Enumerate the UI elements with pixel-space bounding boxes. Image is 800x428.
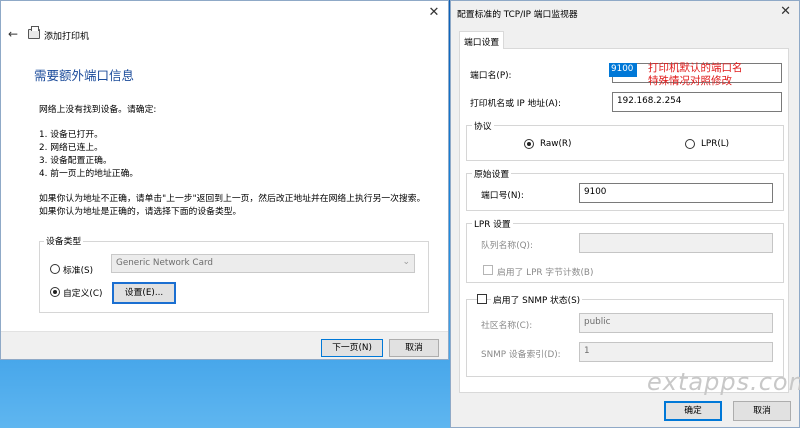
lpr-settings-group: LPR 设置 队列名称(Q): 启用了 LPR 字节计数(B) <box>466 217 784 283</box>
checklist-item: 2. 网络已连上。 <box>39 143 103 153</box>
printer-icon <box>28 26 40 39</box>
protocol-group: 协议 Raw(R) LPR(L) <box>466 119 784 161</box>
device-type-legend: 设备类型 <box>44 234 84 247</box>
checklist-item: 4. 前一页上的地址正确。 <box>39 169 139 179</box>
port-name-value: 9100 <box>609 63 637 77</box>
snmp-checkbox[interactable] <box>477 294 487 304</box>
annotation-note: 打印机默认的端口名 特殊情况对照修改 <box>648 62 743 88</box>
port-number-label: 端口号(N): <box>481 191 524 201</box>
dialog-title: 配置标准的 TCP/IP 端口监视器 <box>457 10 578 20</box>
queue-name-label: 队列名称(Q): <box>481 241 533 251</box>
next-button[interactable]: 下一页(N) <box>321 339 383 357</box>
port-number-input[interactable]: 9100 <box>579 183 773 203</box>
community-input[interactable]: public <box>579 313 773 333</box>
settings-button[interactable]: 设置(E)... <box>112 282 176 304</box>
custom-radio[interactable] <box>50 287 60 297</box>
dialog-cancel-button[interactable]: 取消 <box>733 401 791 421</box>
lpr-radio[interactable] <box>685 139 695 149</box>
close-icon[interactable]: ✕ <box>780 4 791 19</box>
snmp-legend: 启用了 SNMP 状态(S) <box>491 293 583 306</box>
queue-name-input[interactable] <box>579 233 773 253</box>
site-watermark: extapps.com <box>647 368 800 396</box>
wizard-title: 添加打印机 <box>44 32 90 42</box>
chevron-down-icon: ⌄ <box>402 257 410 267</box>
lpr-byte-count-label: 启用了 LPR 字节计数(B) <box>497 268 594 278</box>
printer-address-input[interactable]: 192.168.2.254 <box>612 92 782 112</box>
wizard-cancel-button[interactable]: 取消 <box>389 339 439 357</box>
lpr-settings-legend: LPR 设置 <box>472 217 513 230</box>
lpr-byte-count-checkbox[interactable] <box>483 265 493 275</box>
annotation-line: 打印机默认的端口名 <box>648 62 743 74</box>
ok-button[interactable]: 确定 <box>664 401 722 421</box>
lpr-label: LPR(L) <box>701 139 730 149</box>
annotation-line: 特殊情况对照修改 <box>648 75 732 87</box>
close-icon[interactable]: ✕ <box>426 5 442 20</box>
port-settings-page: 端口名(P): 打印机名或 IP 地址(A): 192.168.2.254 协议… <box>459 48 789 393</box>
wizard-titlebar: ✕ ← 添加打印机 <box>1 1 448 63</box>
tab-port-settings[interactable]: 端口设置 <box>459 31 504 49</box>
note-text: 如果你认为地址不正确，请单击"上一步"返回到上一页，然后改正地址并在网络上执行另… <box>39 194 426 204</box>
community-label: 社区名称(C): <box>481 321 533 331</box>
checklist-item: 1. 设备已打开。 <box>39 130 103 140</box>
add-printer-wizard: ✕ ← 添加打印机 需要额外端口信息 网络上没有找到设备。请确定: 1. 设备已… <box>0 0 449 360</box>
raw-radio[interactable] <box>524 139 534 149</box>
standard-radio[interactable] <box>50 264 60 274</box>
note-text: 如果你认为地址是正确的，请选择下面的设备类型。 <box>39 207 242 217</box>
wizard-heading: 需要额外端口信息 <box>34 68 135 83</box>
back-arrow-icon[interactable]: ← <box>8 27 18 41</box>
standard-device-select[interactable]: Generic Network Card ⌄ <box>111 254 415 273</box>
snmp-group: 启用了 SNMP 状态(S) 社区名称(C): public SNMP 设备索引… <box>466 293 784 377</box>
checklist-item: 3. 设备配置正确。 <box>39 156 112 166</box>
device-type-group: 设备类型 <box>39 234 429 313</box>
protocol-legend: 协议 <box>472 119 494 132</box>
standard-device-value: Generic Network Card <box>116 258 214 268</box>
wizard-footer: 下一页(N) 取消 <box>1 331 448 359</box>
snmp-index-label: SNMP 设备索引(D): <box>481 350 561 360</box>
raw-settings-group: 原始设置 端口号(N): 9100 <box>466 167 784 211</box>
port-name-label: 端口名(P): <box>470 71 512 81</box>
snmp-index-input[interactable]: 1 <box>579 342 773 362</box>
raw-settings-legend: 原始设置 <box>472 167 512 180</box>
custom-label: 自定义(C) <box>63 289 103 299</box>
intro-text: 网络上没有找到设备。请确定: <box>39 105 157 115</box>
standard-label: 标准(S) <box>63 266 94 276</box>
printer-address-label: 打印机名或 IP 地址(A): <box>470 99 561 109</box>
raw-label: Raw(R) <box>540 139 572 149</box>
